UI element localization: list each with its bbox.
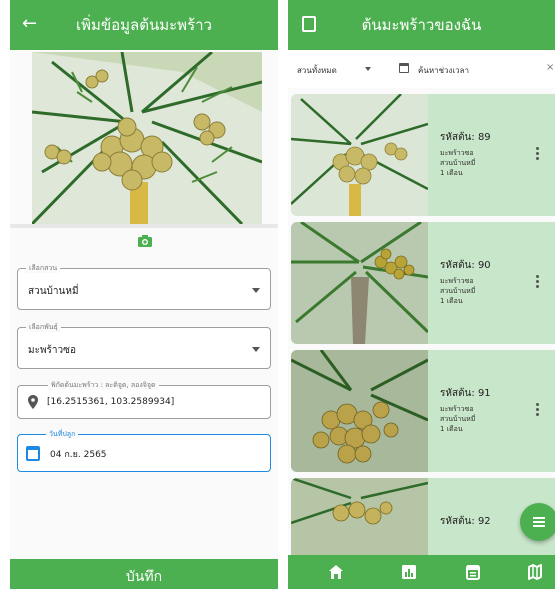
my-trees-screen: ต้นมะพร้าวของฉัน สวนทั้งหมด ค้นหาช่วงเวล… (288, 0, 555, 589)
date-range-filter[interactable]: ค้นหาช่วงเวลา (418, 64, 469, 77)
tree-photo (32, 52, 262, 224)
tree-card[interactable]: รหัสต้น: 90 มะพร้าวซอ สวนบ้านหมี่ 1 เดือ… (291, 222, 555, 344)
variety-select[interactable]: เลือกพันธุ์ มะพร้าวซอ (17, 322, 271, 369)
tree-card-info: รหัสต้น: 92 (440, 514, 491, 532)
save-button[interactable]: บันทึก (10, 559, 278, 589)
page-title: ต้นมะพร้าวของฉัน (361, 16, 482, 34)
tree-card-info: รหัสต้น: 89 มะพร้าวซอ สวนบ้านหมี่ 1 เดือ… (440, 130, 491, 178)
add-tree-screen: ← เพิ่มข้อมูลต้นมะพร้าว เลือกสวน สวนบ้าน… (10, 0, 278, 589)
more-options-icon[interactable] (536, 403, 539, 416)
calendar-icon (26, 446, 40, 461)
tree-id: รหัสต้น: 91 (440, 388, 491, 399)
tree-age: 1 เดือน (440, 169, 463, 177)
garden-select-label: เลือกสวน (26, 263, 61, 273)
tree-variety: มะพร้าวซอ (440, 405, 474, 413)
clear-filter-icon[interactable]: × (546, 62, 554, 73)
menu-fab-button[interactable] (520, 503, 555, 541)
add-photo-icon[interactable] (137, 234, 153, 248)
more-options-icon[interactable] (536, 147, 539, 160)
more-options-icon[interactable] (536, 275, 539, 288)
location-pin-icon (28, 395, 38, 409)
dropdown-arrow-icon[interactable] (365, 67, 371, 71)
garden-filter[interactable]: สวนทั้งหมด (297, 64, 337, 77)
chart-icon (402, 565, 416, 579)
dropdown-arrow-icon (252, 347, 260, 352)
photo-divider (10, 224, 278, 228)
tree-card[interactable]: รหัสต้น: 91 มะพร้าวซอ สวนบ้านหมี่ 1 เดือ… (291, 350, 555, 472)
location-field-label: พิกัดต้นมะพร้าว : ละติจูด, ลองจิจูด (48, 380, 159, 390)
tree-id: รหัสต้น: 92 (440, 516, 491, 527)
dropdown-arrow-icon (252, 288, 260, 293)
planting-date-field[interactable]: วันที่ปลูก 04 ก.ย. 2565 (17, 429, 271, 472)
tree-card-info: รหัสต้น: 90 มะพร้าวซอ สวนบ้านหมี่ 1 เดือ… (440, 258, 491, 306)
tree-age: 1 เดือน (440, 425, 463, 433)
app-bar: ต้นมะพร้าวของฉัน (288, 0, 555, 50)
tree-thumbnail (291, 222, 428, 344)
nav-statistics[interactable] (389, 555, 429, 589)
stage: ← เพิ่มข้อมูลต้นมะพร้าว เลือกสวน สวนบ้าน… (0, 0, 555, 589)
garden-select-value: สวนบ้านหมี่ (28, 286, 79, 297)
planting-date-label: วันที่ปลูก (46, 429, 79, 439)
map-icon (528, 564, 542, 580)
app-bar: ← เพิ่มข้อมูลต้นมะพร้าว (10, 0, 278, 50)
filter-bar: สวนทั้งหมด ค้นหาช่วงเวลา × (288, 50, 555, 88)
tree-id: รหัสต้น: 90 (440, 260, 491, 271)
bottom-navigation (288, 555, 555, 589)
garden-select[interactable]: เลือกสวน สวนบ้านหมี่ (17, 263, 271, 310)
page-title: เพิ่มข้อมูลต้นมะพร้าว (76, 16, 212, 34)
tree-variety: มะพร้าวซอ (440, 277, 474, 285)
tree-garden: สวนบ้านหมี่ (440, 159, 476, 167)
variety-select-label: เลือกพันธุ์ (26, 322, 61, 332)
planting-date-value: 04 ก.ย. 2565 (50, 450, 107, 460)
home-icon (329, 565, 343, 579)
calendar-icon (466, 565, 480, 580)
tree-variety: มะพร้าวซอ (440, 149, 474, 157)
tree-age: 1 เดือน (440, 297, 463, 305)
tree-id: รหัสต้น: 89 (440, 132, 491, 143)
nav-calendar[interactable] (453, 555, 493, 589)
variety-select-value: มะพร้าวซอ (28, 345, 76, 356)
nav-map[interactable] (515, 555, 555, 589)
location-field[interactable]: พิกัดต้นมะพร้าว : ละติจูด, ลองจิจูด [16.… (17, 380, 271, 419)
tree-thumbnail (291, 350, 428, 472)
menu-icon (533, 517, 545, 519)
tree-garden: สวนบ้านหมี่ (440, 415, 476, 423)
tree-card[interactable]: รหัสต้น: 89 มะพร้าวซอ สวนบ้านหมี่ 1 เดือ… (291, 94, 555, 216)
tree-card-info: รหัสต้น: 91 มะพร้าวซอ สวนบ้านหมี่ 1 เดือ… (440, 386, 491, 434)
tree-thumbnail (291, 94, 428, 216)
calendar-icon[interactable] (399, 63, 409, 73)
tree-garden: สวนบ้านหมี่ (440, 287, 476, 295)
location-field-value: [16.2515361, 103.2589934] (47, 397, 175, 407)
nav-home[interactable] (316, 555, 356, 589)
